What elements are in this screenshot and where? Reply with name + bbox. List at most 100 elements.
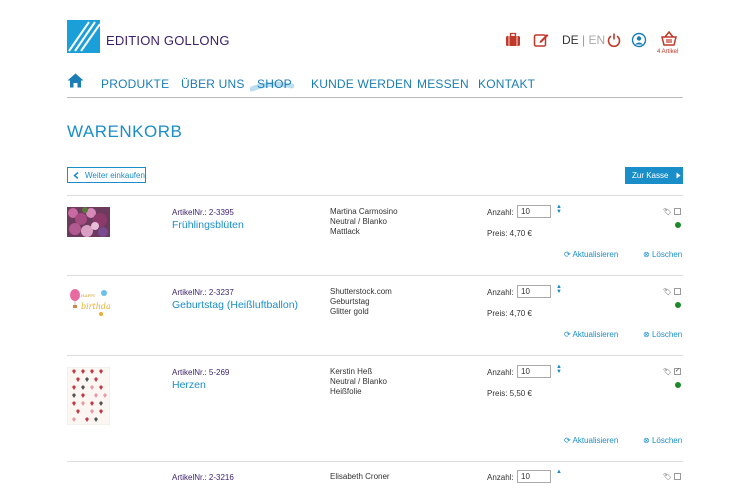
meta-finish: Glitter gold (330, 307, 369, 316)
row-divider (67, 195, 683, 196)
product-thumbnail[interactable] (66, 366, 111, 430)
lang-en[interactable]: EN (588, 33, 605, 47)
cart-icon[interactable] (660, 30, 677, 46)
quantity-label: Anzahl: (487, 473, 514, 482)
price: Preis: 4,70 € (487, 229, 532, 238)
page-title: WARENKORB (67, 122, 183, 141)
update-link[interactable]: ⟳ Aktualisieren (564, 330, 618, 339)
meta-finish: Heißfolie (330, 387, 362, 396)
update-label: Aktualisieren (572, 436, 619, 445)
nav-ueber-uns[interactable]: ÜBER UNS (181, 77, 245, 91)
product-name[interactable]: Geburtstag (Heißluftballon) (172, 299, 298, 311)
refresh-icon: ⟳ (564, 330, 571, 339)
availability-dot (675, 382, 681, 388)
item-checkbox[interactable]: ✓ (674, 368, 681, 375)
delete-link[interactable]: ⊗ Löschen (643, 250, 682, 259)
nav-kontakt[interactable]: KONTAKT (478, 77, 535, 91)
product-meta: Martina Carmosino Neutral / Blanko Mattl… (330, 207, 398, 237)
lang-de[interactable]: DE (562, 33, 579, 47)
svg-text:birthday: birthday (81, 302, 110, 311)
quantity-input[interactable]: 10 (517, 365, 551, 378)
update-link[interactable]: ⟳ Aktualisieren (564, 436, 618, 445)
meta-occasion: Neutral / Blanko (330, 217, 387, 226)
home-icon[interactable] (67, 73, 84, 93)
checkout-label: Zur Kasse (632, 171, 669, 180)
meta-artist: Martina Carmosino (330, 207, 398, 216)
cart-count[interactable]: 4 Artikel (657, 49, 678, 55)
update-link[interactable]: ⟳ Aktualisieren (564, 250, 618, 259)
nav-kunde-werden[interactable]: KUNDE WERDEN (311, 77, 412, 91)
chevron-left-icon (73, 171, 79, 179)
row-divider (67, 461, 683, 462)
delete-link[interactable]: ⊗ Löschen (643, 330, 682, 339)
quantity-stepper[interactable]: ▲ ▼ (556, 284, 562, 295)
meta-finish: Mattlack (330, 227, 360, 236)
remove-icon: ⊗ (643, 250, 650, 259)
chevron-right-icon (676, 172, 681, 179)
product-name[interactable]: Herzen (172, 379, 206, 391)
product-meta: Kerstin Heß Neutral / Blanko Heißfolie (330, 367, 387, 397)
product-name[interactable]: Frühlingsblüten (172, 219, 244, 231)
availability-dot (675, 222, 681, 228)
power-icon[interactable] (606, 32, 622, 48)
product-thumbnail[interactable]: HAPPY birthday (67, 287, 116, 322)
continue-shopping-button[interactable]: Weiter einkaufen (67, 167, 146, 183)
delete-label: Löschen (651, 436, 683, 445)
user-icon[interactable] (631, 32, 647, 48)
meta-artist: Shutterstock.com (330, 287, 392, 296)
quantity-stepper[interactable]: ▲ (556, 469, 562, 475)
quantity-input[interactable]: 10 (517, 205, 551, 218)
price: Preis: 4,70 € (487, 309, 532, 318)
row-divider (67, 355, 683, 356)
article-number: ArtikelNr.: 2-3216 (172, 473, 234, 482)
delete-label: Löschen (651, 330, 683, 339)
quantity-input[interactable]: 10 (517, 285, 551, 298)
briefcase-icon[interactable] (505, 32, 521, 48)
quantity-label: Anzahl: (487, 288, 514, 297)
tag-icon: 🏷 (663, 289, 672, 296)
arrow-down-icon[interactable]: ▼ (556, 209, 562, 215)
edit-icon[interactable] (533, 32, 549, 48)
main-nav: PRODUKTE ÜBER UNS SHOP KUNDE WERDEN MESS… (67, 70, 683, 98)
tag-icon: 🏷 (663, 209, 672, 216)
nav-messen[interactable]: MESSEN (417, 77, 469, 91)
item-checkbox[interactable] (674, 288, 681, 295)
item-checkbox[interactable] (674, 473, 681, 480)
article-number: ArtikelNr.: 5-269 (172, 368, 230, 377)
update-label: Aktualisieren (572, 250, 619, 259)
brand-name[interactable]: EDITION GOLLONG (106, 33, 230, 48)
product-thumbnail[interactable] (67, 207, 110, 242)
availability-dot (675, 302, 681, 308)
continue-shopping-label: Weiter einkaufen (85, 170, 145, 180)
lang-separator: | (582, 33, 586, 47)
remove-icon: ⊗ (643, 330, 650, 339)
article-number: ArtikelNr.: 2-3395 (172, 208, 234, 217)
item-checkbox[interactable] (674, 208, 681, 215)
price: Preis: 5,50 € (487, 389, 532, 398)
refresh-icon: ⟳ (564, 436, 571, 445)
logo-mark[interactable] (67, 20, 100, 53)
arrow-up-icon[interactable]: ▲ (556, 469, 562, 475)
nav-shop[interactable]: SHOP (257, 77, 292, 91)
checkout-button[interactable]: Zur Kasse (625, 167, 683, 184)
arrow-down-icon[interactable]: ▼ (556, 289, 562, 295)
delete-link[interactable]: ⊗ Löschen (643, 436, 682, 445)
quantity-label: Anzahl: (487, 368, 514, 377)
nav-produkte[interactable]: PRODUKTE (101, 77, 169, 91)
tag-icon: 🏷 (663, 369, 672, 376)
product-meta: Shutterstock.com Geburtstag Glitter gold (330, 287, 392, 317)
product-meta: Elisabeth Croner (330, 472, 390, 482)
article-number: ArtikelNr.: 2-3237 (172, 288, 234, 297)
row-divider (67, 275, 683, 276)
meta-occasion: Neutral / Blanko (330, 377, 387, 386)
quantity-stepper[interactable]: ▲ ▼ (556, 204, 562, 215)
language-switch: DE | EN (562, 33, 605, 47)
arrow-down-icon[interactable]: ▼ (556, 369, 562, 375)
quantity-input[interactable]: 10 (517, 470, 551, 483)
remove-icon: ⊗ (643, 436, 650, 445)
meta-artist: Elisabeth Croner (330, 472, 390, 481)
meta-artist: Kerstin Heß (330, 367, 373, 376)
quantity-label: Anzahl: (487, 208, 514, 217)
quantity-stepper[interactable]: ▲ ▼ (556, 364, 562, 375)
tag-icon: 🏷 (663, 474, 672, 481)
